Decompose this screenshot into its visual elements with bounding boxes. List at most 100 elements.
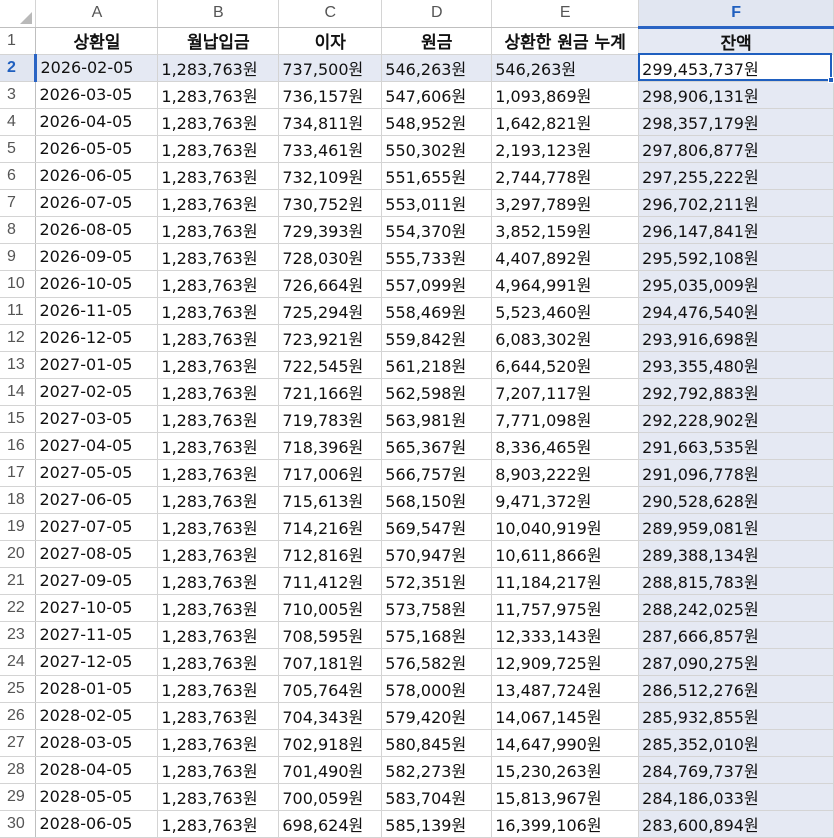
row-number[interactable]: 11	[0, 297, 37, 325]
data-cell[interactable]: 3,852,159원	[491, 216, 640, 244]
data-cell[interactable]: 1,283,763원	[157, 351, 280, 379]
column-header-b[interactable]: B	[157, 0, 280, 28]
data-cell[interactable]: 10,040,919원	[491, 513, 640, 541]
data-cell[interactable]: 2026-11-05	[35, 297, 159, 325]
row-number[interactable]: 1	[0, 27, 37, 55]
data-cell[interactable]: 1,283,763원	[157, 567, 280, 595]
data-cell[interactable]: 1,283,763원	[157, 702, 280, 730]
data-cell[interactable]: 715,613원	[278, 486, 383, 514]
select-all-corner[interactable]	[0, 0, 37, 28]
data-cell[interactable]: 2026-08-05	[35, 216, 159, 244]
data-cell[interactable]: 285,352,010원	[638, 729, 834, 757]
data-cell[interactable]: 2026-07-05	[35, 189, 159, 217]
data-cell[interactable]: 583,704원	[381, 783, 493, 811]
data-cell[interactable]: 2027-03-05	[35, 405, 159, 433]
data-cell[interactable]: 576,582원	[381, 648, 493, 676]
data-cell[interactable]: 2027-11-05	[35, 621, 159, 649]
data-cell[interactable]: 1,642,821원	[491, 108, 640, 136]
data-cell[interactable]: 555,733원	[381, 243, 493, 271]
data-cell[interactable]: 704,343원	[278, 702, 383, 730]
data-cell[interactable]: 1,283,763원	[157, 243, 280, 271]
data-cell[interactable]: 11,184,217원	[491, 567, 640, 595]
data-cell[interactable]: 554,370원	[381, 216, 493, 244]
data-cell[interactable]: 579,420원	[381, 702, 493, 730]
data-cell[interactable]: 289,388,134원	[638, 540, 834, 568]
data-cell[interactable]: 563,981원	[381, 405, 493, 433]
data-cell[interactable]: 286,512,276원	[638, 675, 834, 703]
data-cell[interactable]: 707,181원	[278, 648, 383, 676]
data-cell[interactable]: 2028-06-05	[35, 810, 159, 838]
data-cell[interactable]: 296,147,841원	[638, 216, 834, 244]
data-cell[interactable]: 11,757,975원	[491, 594, 640, 622]
data-cell[interactable]: 1,283,763원	[157, 675, 280, 703]
data-cell[interactable]: 16,399,106원	[491, 810, 640, 838]
data-cell[interactable]: 570,947원	[381, 540, 493, 568]
data-cell[interactable]: 8,336,465원	[491, 432, 640, 460]
data-cell[interactable]: 15,230,263원	[491, 756, 640, 784]
row-number[interactable]: 27	[0, 729, 37, 757]
column-title-cell[interactable]: 상환일	[35, 27, 159, 55]
data-cell[interactable]: 2027-08-05	[35, 540, 159, 568]
row-number[interactable]: 10	[0, 270, 37, 298]
data-cell[interactable]: 2026-03-05	[35, 81, 159, 109]
column-title-cell[interactable]: 이자	[278, 27, 383, 55]
data-cell[interactable]: 728,030원	[278, 243, 383, 271]
data-cell[interactable]: 698,624원	[278, 810, 383, 838]
data-cell[interactable]: 298,357,179원	[638, 108, 834, 136]
row-number[interactable]: 9	[0, 243, 37, 271]
data-cell[interactable]: 9,471,372원	[491, 486, 640, 514]
data-cell[interactable]: 1,283,763원	[157, 108, 280, 136]
data-cell[interactable]: 3,297,789원	[491, 189, 640, 217]
data-cell[interactable]: 1,283,763원	[157, 405, 280, 433]
data-cell[interactable]: 1,283,763원	[157, 135, 280, 163]
row-number[interactable]: 29	[0, 783, 37, 811]
data-cell[interactable]: 1,283,763원	[157, 189, 280, 217]
data-cell[interactable]: 2027-07-05	[35, 513, 159, 541]
column-header-a[interactable]: A	[35, 0, 159, 28]
data-cell[interactable]: 578,000원	[381, 675, 493, 703]
data-cell[interactable]: 726,664원	[278, 270, 383, 298]
data-cell[interactable]: 296,702,211원	[638, 189, 834, 217]
data-cell[interactable]: 2,744,778원	[491, 162, 640, 190]
data-cell[interactable]: 1,283,763원	[157, 378, 280, 406]
data-cell[interactable]: 4,964,991원	[491, 270, 640, 298]
data-cell[interactable]: 292,792,883원	[638, 378, 834, 406]
data-cell[interactable]: 708,595원	[278, 621, 383, 649]
data-cell[interactable]: 565,367원	[381, 432, 493, 460]
data-cell[interactable]: 2027-10-05	[35, 594, 159, 622]
data-cell[interactable]: 736,157원	[278, 81, 383, 109]
row-number[interactable]: 26	[0, 702, 37, 730]
data-cell[interactable]: 1,283,763원	[157, 54, 280, 82]
data-cell[interactable]: 737,500원	[278, 54, 383, 82]
data-cell[interactable]: 718,396원	[278, 432, 383, 460]
data-cell[interactable]: 2,193,123원	[491, 135, 640, 163]
row-number[interactable]: 17	[0, 459, 37, 487]
data-cell[interactable]: 283,600,894원	[638, 810, 834, 838]
row-number[interactable]: 23	[0, 621, 37, 649]
data-cell[interactable]: 293,355,480원	[638, 351, 834, 379]
data-cell[interactable]: 1,283,763원	[157, 621, 280, 649]
data-cell[interactable]: 7,207,117원	[491, 378, 640, 406]
column-header-d[interactable]: D	[381, 0, 493, 28]
data-cell[interactable]: 723,921원	[278, 324, 383, 352]
data-cell[interactable]: 14,647,990원	[491, 729, 640, 757]
column-header-f[interactable]: F	[638, 0, 834, 29]
data-cell[interactable]: 2027-09-05	[35, 567, 159, 595]
data-cell[interactable]: 561,218원	[381, 351, 493, 379]
row-number[interactable]: 15	[0, 405, 37, 433]
row-number[interactable]: 8	[0, 216, 37, 244]
row-number[interactable]: 12	[0, 324, 37, 352]
data-cell[interactable]: 291,663,535원	[638, 432, 834, 460]
data-cell[interactable]: 297,255,222원	[638, 162, 834, 190]
data-cell[interactable]: 585,139원	[381, 810, 493, 838]
data-cell[interactable]: 1,283,763원	[157, 432, 280, 460]
row-number[interactable]: 30	[0, 810, 37, 838]
data-cell[interactable]: 287,666,857원	[638, 621, 834, 649]
data-cell[interactable]: 1,283,763원	[157, 783, 280, 811]
data-cell[interactable]: 559,842원	[381, 324, 493, 352]
data-cell[interactable]: 290,528,628원	[638, 486, 834, 514]
data-cell[interactable]: 10,611,866원	[491, 540, 640, 568]
data-cell[interactable]: 719,783원	[278, 405, 383, 433]
data-cell[interactable]: 1,283,763원	[157, 270, 280, 298]
data-cell[interactable]: 573,758원	[381, 594, 493, 622]
